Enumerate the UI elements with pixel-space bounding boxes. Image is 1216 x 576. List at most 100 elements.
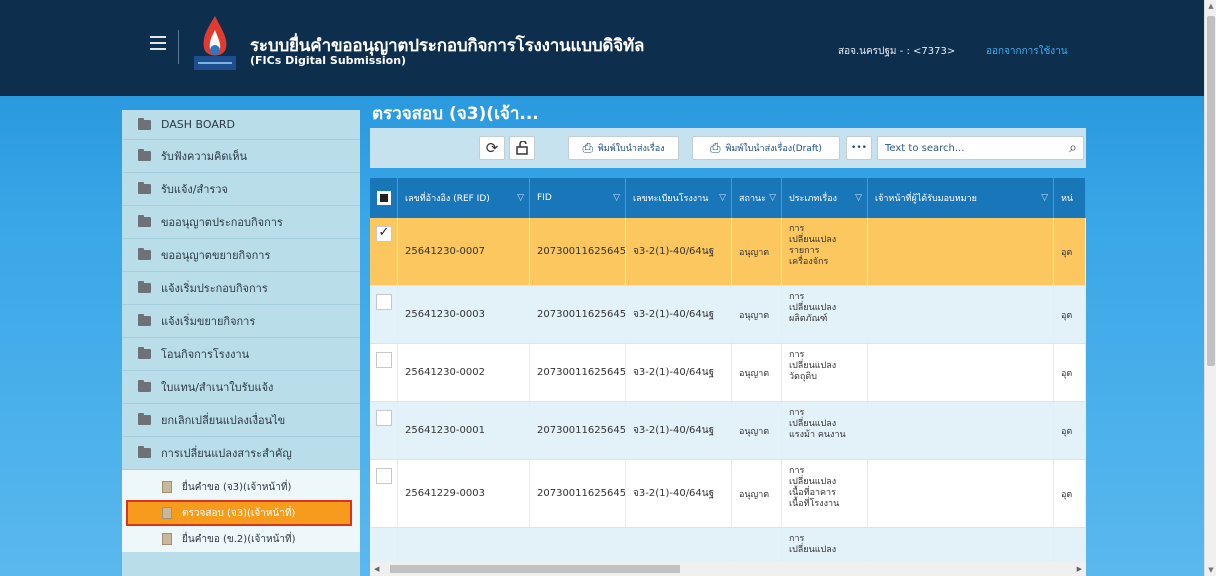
table-row[interactable]: 25641229-0003 20730011625645 จ3-2(1)-40/64… (370, 460, 1086, 528)
vertical-scroll-thumb[interactable] (1207, 16, 1215, 366)
unit-cell: อุต (1054, 344, 1086, 401)
sidebar-subitem[interactable]: ยื่นคำขอ (ข.2)(เจ้าหน้าที่) (122, 526, 360, 552)
sidebar-submenu: ยื่นคำขอ (จ3)(เจ้าหน้าที่) ตรวจสอบ (จ3)(เ… (122, 470, 360, 552)
document-icon (162, 533, 172, 545)
horizontal-scroll-thumb[interactable] (390, 565, 680, 573)
document-icon (162, 507, 172, 519)
sidebar-item-label: โอนกิจการโรงงาน (161, 348, 250, 361)
column-header[interactable]: สถานะ ▽ (732, 178, 782, 218)
sidebar-item-label: การเปลี่ยนแปลงสาระสำคัญ (161, 447, 292, 460)
fid-cell: 20730011625645 (530, 460, 626, 527)
column-header-label: เลขทะเบียนโรงงาน (633, 194, 709, 204)
sidebar-item[interactable]: ใบแทน/สำเนาใบรับแจ้ง (122, 371, 360, 404)
status-cell: อนุญาต (732, 402, 782, 459)
printer-icon: ⎙ (582, 140, 593, 156)
scroll-left-icon[interactable]: ◀ (374, 562, 379, 576)
print-draft-button-label: พิมพ์ใบนำส่งเรื่อง(Draft) (725, 144, 822, 154)
sidebar-item[interactable]: แจ้งเริ่มขยายกิจการ (122, 305, 360, 338)
folder-icon (138, 446, 151, 458)
row-checkbox[interactable] (375, 294, 392, 310)
sidebar-item[interactable]: ขออนุญาตประกอบกิจการ (122, 206, 360, 239)
folder-icon (138, 182, 151, 194)
sidebar-subitem[interactable]: ตรวจสอบ (จ3)(เจ้าหน้าที่) (126, 500, 352, 526)
more-button[interactable]: ••• (846, 136, 872, 160)
row-checkbox[interactable] (375, 468, 392, 484)
table-row[interactable]: 25641230-0003 20730011625645 จ3-2(1)-40/64… (370, 286, 1086, 344)
print-button[interactable]: ⎙ พิมพ์ใบนำส่งเรื่อง (568, 136, 679, 160)
row-checkbox[interactable] (375, 410, 392, 426)
sidebar-item-label: รับฟังความคิดเห็น (161, 150, 248, 163)
column-header[interactable]: เลขที่อ้างอิง (REF ID) ▽ (398, 178, 530, 218)
sidebar-item[interactable]: ยกเลิกเปลี่ยนแปลงเงื่อนไข (122, 404, 360, 437)
ref-id-cell: 25641230-0007 (398, 218, 530, 285)
folder-icon (138, 380, 151, 392)
column-header[interactable]: FID ▽ (530, 178, 626, 218)
sidebar-item-label: แจ้งเริ่มประกอบกิจการ (161, 282, 268, 295)
row-select-cell (370, 460, 398, 527)
type-cell: การ เปลี่ยนแปลง ผลิตภัณฑ์ (782, 286, 868, 343)
officer-cell (868, 218, 1054, 285)
logout-link[interactable]: ออกจากการใช้งาน (986, 44, 1068, 59)
row-checkbox[interactable] (375, 225, 392, 242)
search-box[interactable]: ⌕ (877, 136, 1084, 160)
sidebar-item[interactable]: โอนกิจการโรงงาน (122, 338, 360, 371)
scroll-up-icon[interactable]: ▲ (1205, 0, 1216, 12)
type-cell: การ เปลี่ยนแปลง วัตถุดิบ (782, 344, 868, 401)
sidebar-item-label: ใบแทน/สำเนาใบรับแจ้ง (161, 381, 274, 394)
unit-cell: อุต (1054, 286, 1086, 343)
sidebar-item[interactable]: ขออนุญาตขยายกิจการ (122, 239, 360, 272)
grid-body: 25641230-0007 20730011625645 จ3-2(1)-40/64… (370, 218, 1086, 576)
folder-icon (138, 314, 151, 326)
vertical-scrollbar[interactable]: ▲ ▼ (1204, 0, 1216, 576)
search-icon[interactable]: ⌕ (1069, 140, 1077, 156)
row-checkbox[interactable] (375, 352, 392, 368)
filter-icon[interactable]: ▽ (613, 193, 620, 203)
sidebar-subitem[interactable]: ยื่นคำขอ (จ3)(เจ้าหน้าที่) (122, 474, 360, 500)
page-title: ตรวจสอบ (จ3)(เจ้า... (372, 104, 539, 124)
scroll-down-icon[interactable]: ▼ (1205, 564, 1216, 576)
filter-icon[interactable]: ▽ (769, 193, 776, 203)
type-cell: การ เปลี่ยนแปลง รายการ เครื่องจักร (782, 218, 868, 285)
table-row[interactable]: 25641230-0002 20730011625645 จ3-2(1)-40/64… (370, 344, 1086, 402)
factory-reg-cell: จ3-2(1)-40/64นฐ (626, 344, 732, 401)
column-header[interactable]: ประเภทเรื่อง ▽ (782, 178, 868, 218)
sidebar-item[interactable]: รับแจ้ง/สำรวจ (122, 173, 360, 206)
type-cell: การ เปลี่ยนแปลง เนื้อที่อาคาร เนื้อที่โร… (782, 460, 868, 527)
table-row[interactable]: 25641230-0001 20730011625645 จ3-2(1)-40/64… (370, 402, 1086, 460)
unlock-icon (516, 141, 528, 155)
column-header[interactable]: เจ้าหน้าที่ผู้ได้รับมอบหมาย ▽ (868, 178, 1054, 218)
unlock-button[interactable] (509, 136, 535, 160)
print-draft-button[interactable]: ⎙ พิมพ์ใบนำส่งเรื่อง(Draft) (692, 136, 840, 160)
status-cell: อนุญาต (732, 286, 782, 343)
horizontal-scrollbar[interactable]: ◀ ▶ (370, 562, 1086, 576)
column-header[interactable]: เลขทะเบียนโรงงาน ▽ (626, 178, 732, 218)
filter-icon[interactable]: ▽ (719, 193, 726, 203)
grid-header: เลขที่อ้างอิง (REF ID) ▽ FID ▽ เลขทะเบียนโรง… (370, 178, 1086, 218)
folder-icon (138, 117, 151, 130)
sidebar-item[interactable]: การเปลี่ยนแปลงสาระสำคัญ (122, 437, 360, 470)
ref-id-cell: 25641230-0003 (398, 286, 530, 343)
column-header[interactable]: หน่ (1054, 178, 1086, 218)
sidebar-item[interactable]: DASH BOARD (122, 110, 360, 140)
app-subtitle: (FICs Digital Submission) (250, 54, 407, 67)
sidebar-item[interactable]: รับฟังความคิดเห็น (122, 140, 360, 173)
hamburger-menu-icon[interactable] (150, 36, 166, 50)
folder-icon (138, 149, 151, 161)
sidebar-item-label: ขออนุญาตประกอบกิจการ (161, 216, 283, 229)
sidebar-item-label: แจ้งเริ่มขยายกิจการ (161, 315, 256, 328)
select-all-checkbox[interactable] (370, 178, 398, 218)
search-input[interactable] (885, 142, 1055, 154)
scroll-right-icon[interactable]: ▶ (1077, 562, 1082, 576)
ref-id-cell: 25641230-0002 (398, 344, 530, 401)
filter-icon[interactable]: ▽ (517, 193, 524, 203)
column-header-label: หน่ (1061, 194, 1074, 204)
table-row[interactable]: 25641230-000720730011625645จ3-2(1)-40/64… (370, 218, 1086, 286)
row-select-cell (370, 286, 398, 343)
sidebar-item-label: รับแจ้ง/สำรวจ (161, 183, 228, 196)
unit-cell: อุต (1054, 218, 1086, 285)
sidebar-item[interactable]: แจ้งเริ่มประกอบกิจการ (122, 272, 360, 305)
refresh-button[interactable]: ⟳ (479, 136, 505, 160)
filter-icon[interactable]: ▽ (855, 193, 862, 203)
sidebar-subitem-label: ตรวจสอบ (จ3)(เจ้าหน้าที่) (182, 507, 296, 519)
filter-icon[interactable]: ▽ (1041, 193, 1048, 203)
